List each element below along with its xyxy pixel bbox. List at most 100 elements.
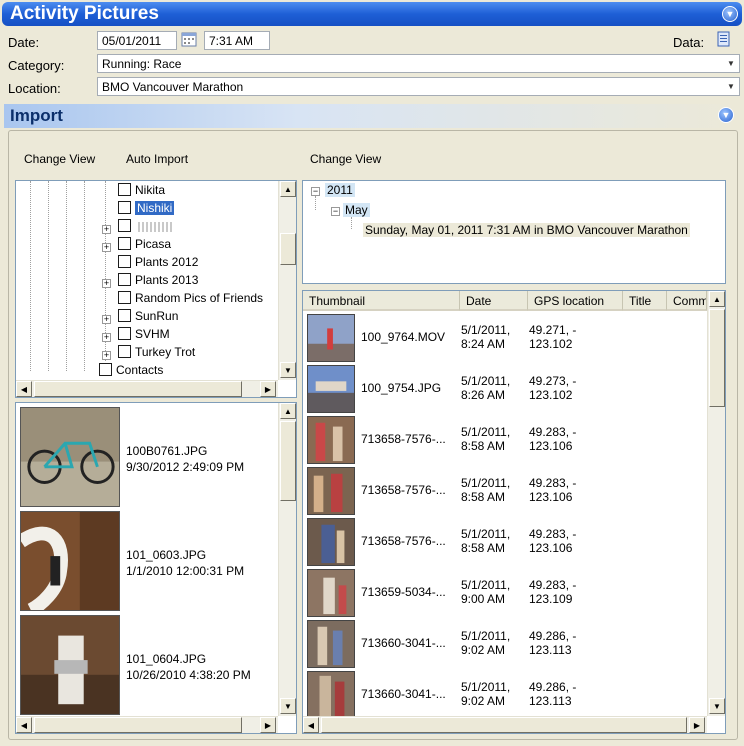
tree-item-contacts[interactable]: Contacts: [99, 363, 163, 381]
scroll-up-icon[interactable]: ▲: [280, 181, 296, 197]
scroll-thumb[interactable]: [34, 381, 242, 397]
checkbox[interactable]: [118, 201, 131, 214]
scroll-down-icon[interactable]: ▼: [280, 698, 296, 714]
location-select[interactable]: BMO Vancouver Marathon ▼: [97, 77, 740, 96]
column-header-title[interactable]: Title: [623, 291, 667, 311]
scroll-thumb[interactable]: [280, 421, 296, 501]
checkbox[interactable]: [118, 345, 131, 358]
thumbnail-image: [307, 671, 355, 717]
expand-icon[interactable]: +: [102, 315, 111, 324]
table-row[interactable]: 713658-7576-... 5/1/2011, 8:58 AM 49.283,…: [303, 466, 705, 517]
table-row[interactable]: 100_9764.MOV 5/1/2011, 8:24 AM 49.271, -1…: [303, 313, 705, 364]
table-row[interactable]: 713660-3041-... 5/1/2011, 9:02 AM 49.286,…: [303, 619, 705, 670]
collapse-activity-pictures-button[interactable]: ▼: [722, 6, 738, 22]
time-field[interactable]: 7:31 AM: [204, 31, 270, 50]
tree-item-obscured[interactable]: [118, 219, 175, 237]
list-item[interactable]: 101_0604.JPG 10/26/2010 4:38:20 PM: [16, 613, 278, 717]
tree-guide: [84, 181, 85, 371]
year-node[interactable]: 2011: [325, 183, 355, 197]
photo-name: 100B0761.JPG: [126, 444, 208, 458]
gps-cell: 49.271, -123.102: [529, 323, 577, 351]
table-row[interactable]: 100_9754.JPG 5/1/2011, 8:26 AM 49.273, -1…: [303, 364, 705, 415]
tree-item-nikita[interactable]: Nikita: [118, 183, 165, 201]
scroll-down-icon[interactable]: ▼: [709, 698, 725, 714]
scroll-up-icon[interactable]: ▲: [709, 291, 725, 307]
column-header-comments[interactable]: Comm: [667, 291, 707, 311]
scroll-thumb[interactable]: [280, 233, 296, 265]
checkbox[interactable]: [118, 219, 131, 232]
tree-item-svhm[interactable]: SVHM: [118, 327, 170, 345]
scroll-left-icon[interactable]: ◀: [16, 717, 32, 733]
expand-icon[interactable]: +: [102, 225, 111, 234]
tree-item-turkey-trot[interactable]: Turkey Trot: [118, 345, 195, 363]
checkbox[interactable]: [118, 327, 131, 340]
calendar-button[interactable]: [181, 31, 199, 50]
tree-item-plants-2012[interactable]: Plants 2012: [118, 255, 198, 273]
expand-icon[interactable]: +: [102, 351, 111, 360]
date-cell: 5/1/2011, 8:58 AM: [461, 527, 511, 555]
checkbox[interactable]: [118, 255, 131, 268]
collapse-icon[interactable]: −: [311, 187, 320, 196]
date-cell: 5/1/2011, 9:00 AM: [461, 578, 511, 606]
column-header-date[interactable]: Date: [460, 291, 528, 311]
tree-item-random-pics[interactable]: Random Pics of Friends: [118, 291, 263, 309]
auto-import-button[interactable]: Auto Import: [126, 152, 188, 166]
expand-icon[interactable]: +: [102, 279, 111, 288]
tree-item-sunrun[interactable]: SunRun: [118, 309, 178, 327]
table-row[interactable]: 713659-5034-... 5/1/2011, 9:00 AM 49.283,…: [303, 568, 705, 619]
date-field[interactable]: 05/01/2011: [97, 31, 177, 50]
activity-node[interactable]: Sunday, May 01, 2011 7:31 AM in BMO Vanc…: [363, 223, 690, 237]
table-row[interactable]: 713660-3041-... 5/1/2011, 9:02 AM 49.286,…: [303, 670, 705, 717]
folder-tree-hscrollbar[interactable]: ◀ ▶: [16, 380, 278, 397]
photo-list: 100B0761.JPG 9/30/2012 2:49:09 PM 101_06…: [15, 402, 297, 734]
scroll-thumb[interactable]: [34, 717, 242, 733]
folder-tree-vscrollbar[interactable]: ▲ ▼: [278, 181, 296, 380]
file-name: 100_9754.JPG: [361, 381, 442, 395]
scroll-down-icon[interactable]: ▼: [280, 362, 296, 378]
column-header-thumbnail[interactable]: Thumbnail: [303, 291, 460, 311]
checkbox[interactable]: [118, 237, 131, 250]
thumbnail-image: [307, 416, 355, 464]
list-item[interactable]: 100B0761.JPG 9/30/2012 2:49:09 PM: [16, 405, 278, 509]
tree-guide: [66, 181, 67, 371]
scroll-left-icon[interactable]: ◀: [16, 381, 32, 397]
checkbox[interactable]: [118, 273, 131, 286]
location-label: Location:: [8, 81, 61, 96]
collapse-icon[interactable]: −: [331, 207, 340, 216]
category-select[interactable]: Running: Race ▼: [97, 54, 740, 73]
month-node[interactable]: May: [343, 203, 370, 217]
scroll-right-icon[interactable]: ▶: [260, 717, 276, 733]
checkbox[interactable]: [118, 309, 131, 322]
file-name: 100_9764.MOV: [361, 330, 446, 344]
tree-item-label: Nikita: [135, 183, 166, 197]
left-change-view-button[interactable]: Change View: [24, 152, 95, 166]
expand-icon[interactable]: +: [102, 333, 111, 342]
scroll-right-icon[interactable]: ▶: [689, 717, 705, 733]
table-row[interactable]: 713658-7576-... 5/1/2011, 8:58 AM 49.283,…: [303, 517, 705, 568]
expand-icon[interactable]: +: [102, 243, 111, 252]
list-item[interactable]: 101_0603.JPG 1/1/2010 12:00:31 PM: [16, 509, 278, 613]
column-header-gps[interactable]: GPS location: [528, 291, 623, 311]
scroll-up-icon[interactable]: ▲: [280, 403, 296, 419]
photo-list-vscrollbar[interactable]: ▲ ▼: [278, 403, 296, 716]
collapse-import-button[interactable]: ▼: [718, 107, 734, 123]
table-row[interactable]: 713658-7576-... 5/1/2011, 8:58 AM 49.283,…: [303, 415, 705, 466]
checkbox[interactable]: [99, 363, 112, 376]
photo-list-hscrollbar[interactable]: ◀ ▶: [16, 716, 278, 733]
tree-item-nishiki[interactable]: Nishiki: [118, 201, 175, 219]
scroll-left-icon[interactable]: ◀: [303, 717, 319, 733]
data-button[interactable]: [716, 31, 734, 49]
right-change-view-button[interactable]: Change View: [310, 152, 381, 166]
picture-table-hscrollbar[interactable]: ◀ ▶: [303, 716, 707, 733]
picture-table-vscrollbar[interactable]: ▲ ▼: [707, 291, 725, 716]
checkbox[interactable]: [118, 183, 131, 196]
location-value: BMO Vancouver Marathon: [102, 80, 244, 94]
file-name: 713660-3041-...: [361, 636, 446, 650]
tree-item-plants-2013[interactable]: Plants 2013: [118, 273, 198, 291]
checkbox[interactable]: [118, 291, 131, 304]
tree-guide: [315, 196, 316, 210]
scroll-thumb[interactable]: [709, 309, 725, 407]
scroll-thumb[interactable]: [321, 717, 687, 733]
tree-item-picasa[interactable]: Picasa: [118, 237, 171, 255]
scroll-right-icon[interactable]: ▶: [260, 381, 276, 397]
